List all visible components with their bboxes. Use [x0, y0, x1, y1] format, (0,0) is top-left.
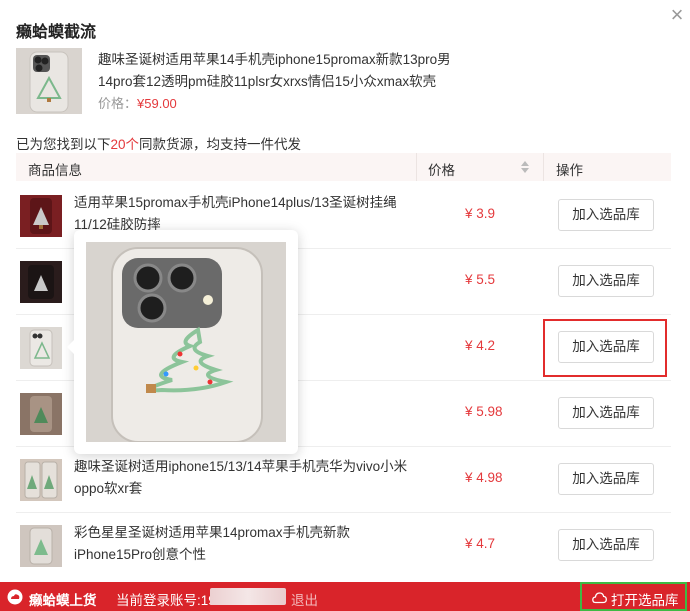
source-product-price: 价格：¥59.00 [98, 93, 177, 112]
preview-image [86, 242, 286, 442]
highlight-box [543, 319, 667, 377]
dialog-title: 癞蛤蟆截流 [16, 24, 97, 41]
cloud-logo-icon [7, 589, 23, 605]
header-product-info: 商品信息 [28, 163, 82, 178]
add-to-library-button[interactable]: 加入选品库 [558, 265, 654, 297]
product-thumbnail[interactable] [20, 327, 62, 369]
add-to-library-button[interactable]: 加入选品库 [558, 463, 654, 495]
price-value: ¥59.00 [137, 96, 177, 111]
price-label: 价格： [98, 96, 138, 111]
add-to-library-button[interactable]: 加入选品库 [558, 397, 654, 429]
product-thumbnail[interactable] [20, 525, 62, 567]
add-to-library-button[interactable]: 加入选品库 [558, 529, 654, 561]
source-product-image [16, 48, 82, 114]
table-header: 商品信息 价格 操作 [16, 153, 671, 181]
product-price: ¥ 4.98 [465, 470, 503, 485]
brand-name: 癞蛤蟆上货 [29, 593, 97, 608]
image-preview-popup [67, 230, 298, 454]
product-name[interactable]: 彩色星星圣诞树适用苹果14promax手机壳新款iPhone15Pro创意个性 [74, 522, 419, 566]
product-thumbnail[interactable] [20, 459, 62, 501]
account-label: 当前登录账号:19 [116, 593, 216, 608]
open-library-button[interactable]: 打开选品库 [580, 582, 687, 611]
found-prefix: 已为您找到以下 [16, 137, 111, 152]
found-summary: 已为您找到以下20个同款货源，均支持一件代发 [16, 133, 301, 153]
product-price: ¥ 3.9 [465, 206, 496, 221]
found-suffix: 同款货源，均支持一件代发 [139, 137, 302, 152]
logout-link[interactable]: 退出 [291, 589, 318, 609]
product-thumbnail[interactable] [20, 393, 62, 435]
sort-icon[interactable] [520, 160, 530, 174]
product-thumbnail[interactable] [20, 261, 62, 303]
header-action: 操作 [556, 163, 583, 178]
product-price: ¥ 5.98 [465, 404, 503, 419]
footer-bar: 癞蛤蟆上货 当前登录账号:19 退出 打开选品库 [0, 582, 690, 611]
product-price: ¥ 4.2 [465, 338, 496, 353]
open-library-label: 打开选品库 [611, 593, 679, 608]
found-count: 20个 [110, 137, 140, 152]
product-price: ¥ 5.5 [465, 272, 496, 287]
table-row: 彩色星星圣诞树适用苹果14promax手机壳新款iPhone15Pro创意个性 … [16, 512, 671, 578]
product-name[interactable]: 趣味圣诞树适用iphone15/13/14苹果手机壳华为vivo小米oppo软x… [74, 456, 419, 500]
close-icon[interactable]: × [666, 4, 688, 26]
table-row: 趣味圣诞树适用iphone15/13/14苹果手机壳华为vivo小米oppo软x… [16, 446, 671, 513]
account-masked [210, 588, 286, 605]
cloud-icon [592, 592, 607, 604]
product-price: ¥ 4.7 [465, 536, 496, 551]
add-to-library-button[interactable]: 加入选品库 [558, 199, 654, 231]
product-thumbnail[interactable] [20, 195, 62, 237]
header-price[interactable]: 价格 [428, 159, 455, 179]
source-product-title: 趣味圣诞树适用苹果14手机壳iphone15promax新款13pro男14pr… [98, 52, 451, 89]
